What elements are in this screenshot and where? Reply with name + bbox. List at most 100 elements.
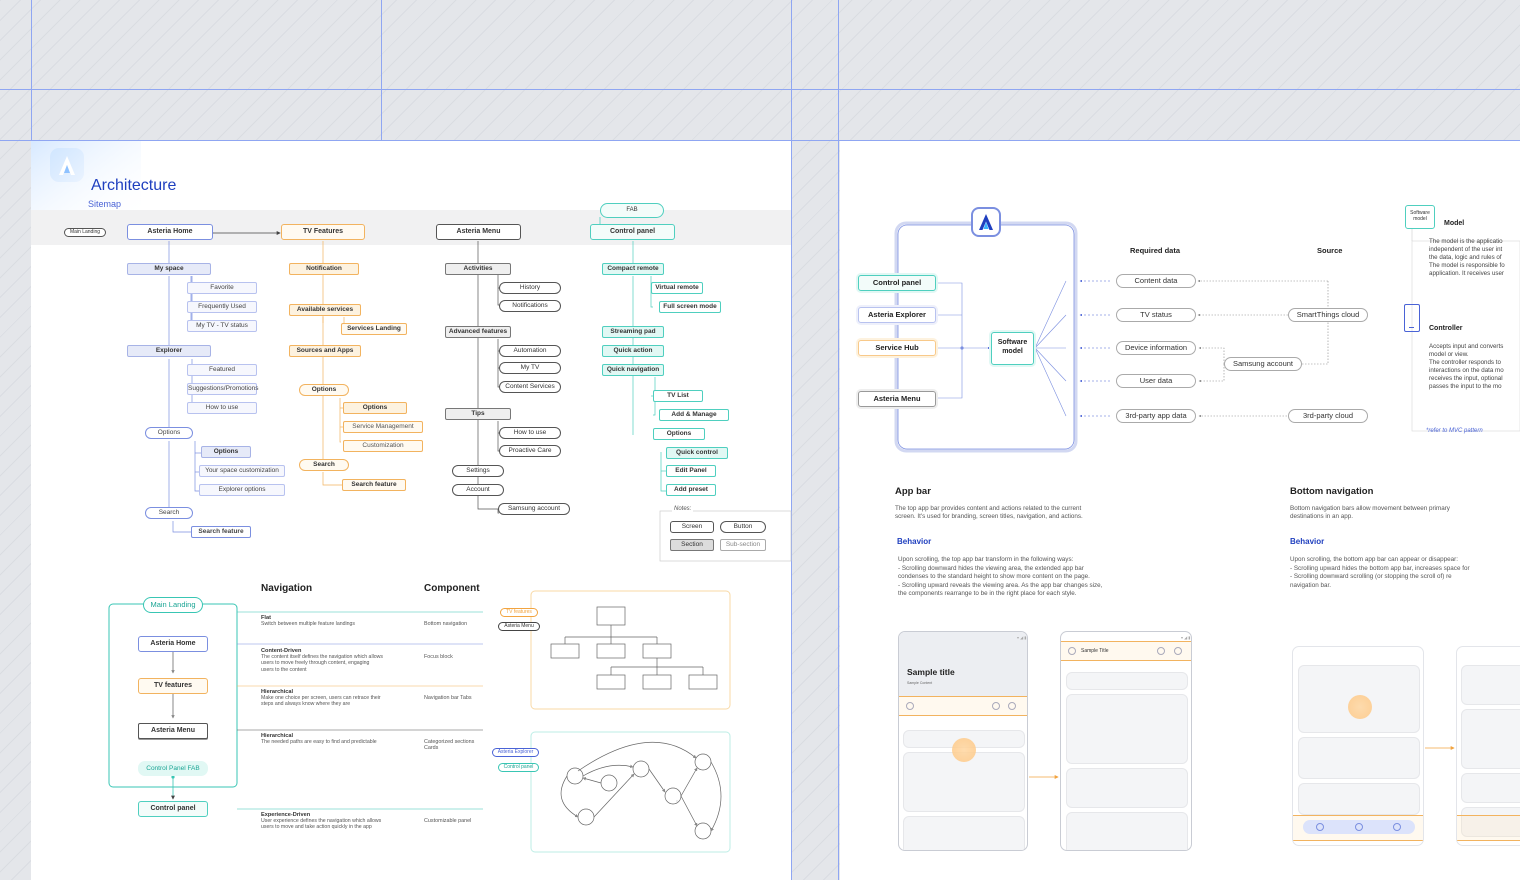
notifications-node[interactable]: Notifications bbox=[499, 300, 561, 312]
virtual-remote-node[interactable]: Virtual remote bbox=[651, 282, 703, 294]
model-text-line: The model is the applicatio bbox=[1429, 238, 1503, 245]
asteria-menu-node[interactable]: Asteria Menu bbox=[436, 224, 521, 240]
control-panel-node[interactable]: Control panel bbox=[138, 801, 208, 817]
add-manage-node[interactable]: Add & Manage bbox=[659, 409, 729, 421]
automation-node[interactable]: Automation bbox=[499, 345, 561, 357]
explorer-options-node[interactable]: Explorer options bbox=[199, 484, 285, 496]
search-node[interactable]: Search bbox=[145, 507, 193, 519]
quick-action-node[interactable]: Quick action bbox=[602, 345, 664, 357]
tv-list-node[interactable]: TV List bbox=[653, 390, 703, 402]
sample-content: Sample Content bbox=[907, 681, 933, 685]
controller-text-line: receives the input, optional bbox=[1429, 375, 1503, 382]
settings-node[interactable]: Settings bbox=[452, 465, 504, 477]
search-feature-node[interactable]: Search feature bbox=[191, 526, 251, 538]
services-landing-node[interactable]: Services Landing bbox=[341, 323, 407, 335]
explorer-node[interactable]: Explorer bbox=[127, 345, 211, 357]
options-node[interactable]: Options bbox=[299, 384, 349, 396]
featured-node[interactable]: Featured bbox=[187, 364, 257, 376]
asteria-home-node[interactable]: Asteria Home bbox=[138, 636, 208, 652]
controller-text-line: Accepts input and converts bbox=[1429, 343, 1504, 350]
streaming-pad-node[interactable]: Streaming pad bbox=[602, 326, 664, 338]
how-to-use-node[interactable]: How to use bbox=[499, 427, 561, 439]
suggestions-node[interactable]: Suggestions/Promotions bbox=[187, 383, 258, 395]
back-icon[interactable] bbox=[1068, 647, 1076, 655]
asteria-logo-icon bbox=[50, 148, 84, 182]
bottom-nav-highlight bbox=[1457, 815, 1520, 841]
navigation-type-description: Make one choice per screen, users can re… bbox=[261, 695, 381, 708]
bottom-nav-description-line: destinations in an app. bbox=[1290, 513, 1354, 520]
app-bar-behavior-line: the components rearrange to be in the ri… bbox=[898, 590, 1077, 597]
content-card bbox=[1066, 694, 1188, 764]
options-sub-node[interactable]: Options bbox=[201, 446, 251, 458]
search-feature-node[interactable]: Search feature bbox=[342, 479, 406, 491]
tv-features-node[interactable]: TV features bbox=[138, 678, 208, 694]
frequently-used-node[interactable]: Frequently Used bbox=[187, 301, 257, 313]
app-bar-behavior-line: - Scrolling upward reveals the viewing a… bbox=[898, 581, 1103, 589]
my-tv-node[interactable]: My TV bbox=[499, 362, 561, 374]
main-landing-node[interactable]: Main Landing bbox=[143, 597, 203, 613]
app-service-hub[interactable]: Service Hub bbox=[858, 340, 936, 356]
my-space-node[interactable]: My space bbox=[127, 263, 211, 275]
sources-apps-node[interactable]: Sources and Apps bbox=[289, 345, 361, 357]
options-node[interactable]: Options bbox=[653, 428, 705, 440]
fab-node[interactable]: FAB bbox=[600, 203, 664, 218]
back-icon[interactable] bbox=[906, 702, 914, 710]
bottom-nav-behavior-line: navigation bar. bbox=[1290, 581, 1331, 589]
software-model-box[interactable]: Software model bbox=[991, 332, 1034, 365]
add-preset-node[interactable]: Add preset bbox=[666, 484, 716, 496]
available-services-node[interactable]: Available services bbox=[289, 304, 361, 316]
customization-node[interactable]: Customization bbox=[343, 440, 423, 452]
edit-panel-node[interactable]: Edit Panel bbox=[666, 465, 716, 477]
control-panel-fab-node[interactable]: Control Panel FAB bbox=[138, 761, 208, 776]
nav-item-icon[interactable] bbox=[1355, 823, 1363, 831]
history-node[interactable]: History bbox=[499, 282, 561, 294]
samsung-account-node[interactable]: Samsung account bbox=[498, 503, 570, 515]
navigation-type-description: The content itself defines the navigatio… bbox=[261, 654, 383, 673]
app-bar-behavior-line: Upon scrolling, the top app bar transfor… bbox=[898, 556, 1074, 563]
service-management-node[interactable]: Service Management bbox=[343, 421, 423, 433]
asteria-menu-node[interactable]: Asteria Menu bbox=[138, 723, 208, 739]
tips-node[interactable]: Tips bbox=[445, 408, 511, 420]
control-panel-node[interactable]: Control panel bbox=[590, 224, 675, 240]
space-customization-node[interactable]: Your space customization bbox=[199, 465, 285, 477]
app-bar-behavior-line: condenses to the standard height to show… bbox=[898, 573, 1090, 580]
nav-item-icon[interactable] bbox=[1316, 823, 1324, 831]
navigation-column-header: Navigation bbox=[261, 583, 313, 594]
app-asteria-explorer[interactable]: Asteria Explorer bbox=[858, 307, 936, 323]
activities-node[interactable]: Activities bbox=[445, 263, 511, 275]
nav-item-icon[interactable] bbox=[1393, 823, 1401, 831]
options-sub-node[interactable]: Options bbox=[343, 402, 407, 414]
more-icon[interactable] bbox=[1174, 647, 1182, 655]
advanced-features-node[interactable]: Advanced features bbox=[445, 326, 511, 338]
component-column-header: Component bbox=[424, 583, 480, 594]
notification-node[interactable]: Notification bbox=[289, 263, 359, 275]
touch-indicator bbox=[952, 738, 976, 762]
more-icon[interactable] bbox=[1008, 702, 1016, 710]
action-icon[interactable] bbox=[1157, 647, 1165, 655]
controller-text-line: passes the input to the mo bbox=[1429, 383, 1502, 390]
asteria-home-node[interactable]: Asteria Home bbox=[127, 224, 213, 240]
quick-control-node[interactable]: Quick control bbox=[666, 447, 728, 459]
app-bar-condensed-screen: ▾ ◢ ▮ Sample Title bbox=[1060, 631, 1192, 851]
guide-line bbox=[31, 0, 32, 141]
app-asteria-menu[interactable]: Asteria Menu bbox=[858, 391, 936, 407]
component-name: Navigation bar Tabs bbox=[424, 695, 472, 701]
app-bar-behavior-line: - Scrolling downward hides the viewing a… bbox=[898, 564, 1084, 572]
my-tv-node[interactable]: My TV - TV status bbox=[187, 320, 257, 332]
tv-features-node[interactable]: TV Features bbox=[281, 224, 365, 240]
compact-remote-node[interactable]: Compact remote bbox=[602, 263, 664, 275]
options-node[interactable]: Options bbox=[145, 427, 193, 439]
quick-navigation-node[interactable]: Quick navigation bbox=[602, 364, 664, 376]
content-services-node[interactable]: Content Services bbox=[499, 381, 561, 393]
mvc-reference-link[interactable]: *refer to MVC pattern bbox=[1426, 428, 1483, 434]
account-node[interactable]: Account bbox=[452, 484, 504, 496]
model-text-line: application. It receives user bbox=[1429, 270, 1504, 277]
how-to-use-node[interactable]: How to use bbox=[187, 402, 257, 414]
proactive-care-node[interactable]: Proactive Care bbox=[499, 445, 561, 457]
favorite-node[interactable]: Favorite bbox=[187, 282, 257, 294]
app-control-panel[interactable]: Control panel bbox=[858, 275, 936, 291]
search-node[interactable]: Search bbox=[299, 459, 349, 471]
navigation-type-description: User experience defines the navigation w… bbox=[261, 818, 382, 831]
full-screen-node[interactable]: Full screen mode bbox=[659, 301, 721, 313]
action-icon[interactable] bbox=[992, 702, 1000, 710]
